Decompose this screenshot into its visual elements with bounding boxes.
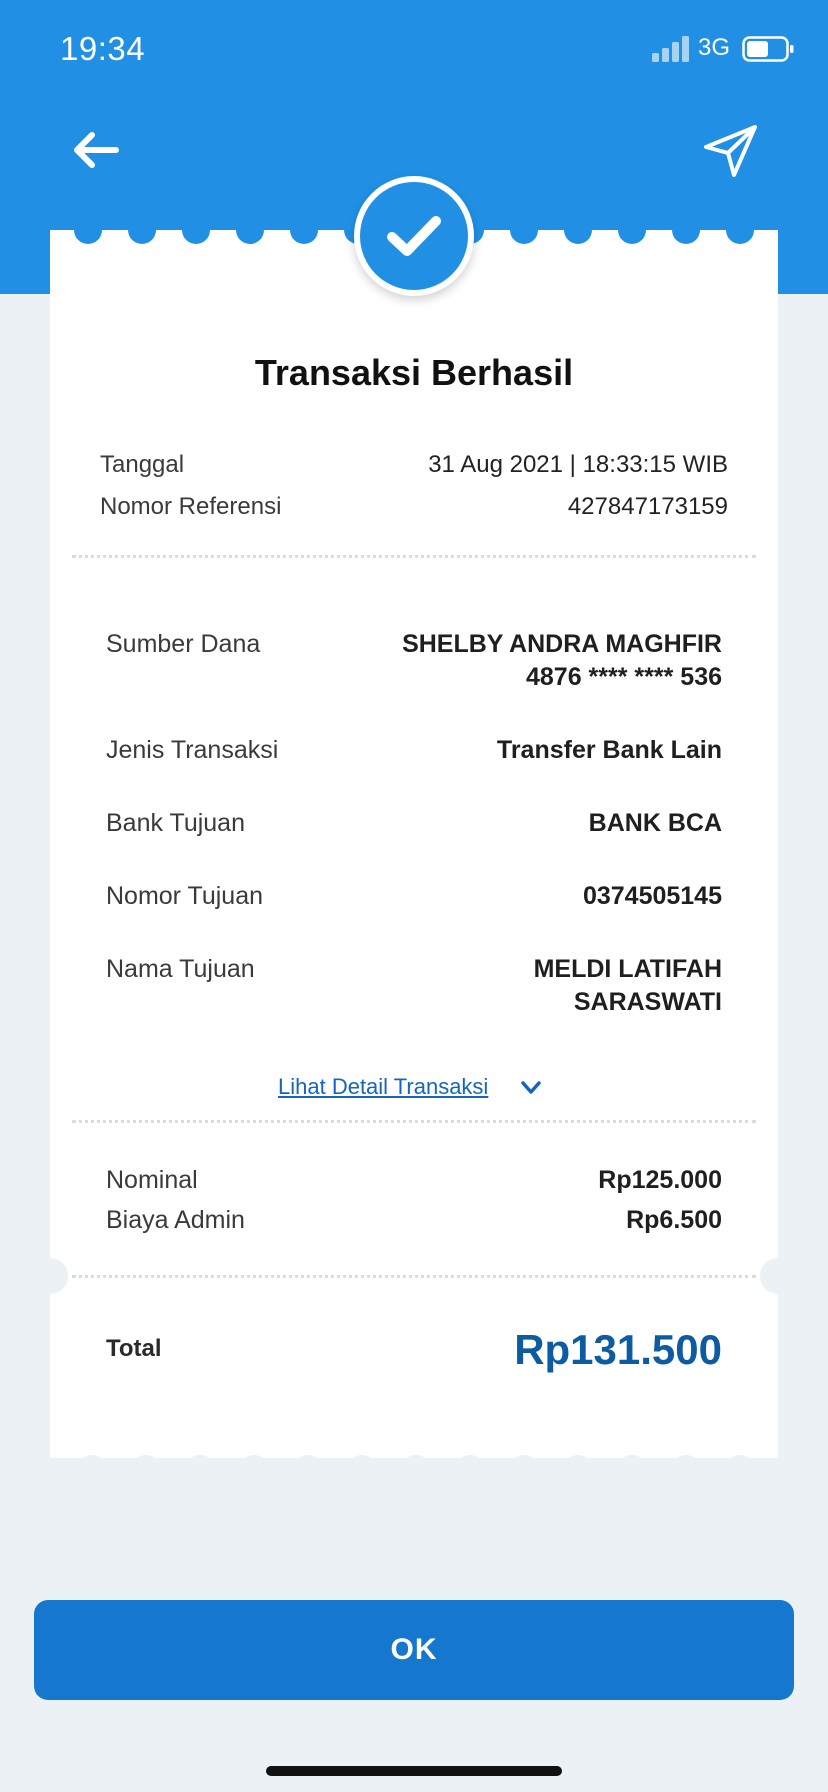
nominal-label: Nominal bbox=[106, 1166, 198, 1194]
destination-bank-label: Bank Tujuan bbox=[106, 809, 245, 837]
receipt-title: Transaksi Berhasil bbox=[254, 352, 574, 393]
admin-fee-value: Rp6.500 bbox=[626, 1206, 722, 1234]
divider bbox=[72, 555, 756, 558]
date-value: 31 Aug 2021 | 18:33:15 WIB bbox=[428, 451, 728, 478]
destination-name-value: MELDI LATIFAH SARASWATI bbox=[533, 955, 722, 1016]
total-label: Total bbox=[106, 1335, 162, 1362]
nominal-value: Rp125.000 bbox=[598, 1166, 722, 1194]
signal-icon bbox=[652, 36, 689, 62]
destination-number-value: 0374505145 bbox=[582, 882, 722, 910]
transaction-type-label: Jenis Transaksi bbox=[106, 736, 279, 764]
date-label: Tanggal bbox=[100, 451, 185, 478]
total-value: Rp131.500 bbox=[514, 1326, 722, 1373]
transaction-type-value: Transfer Bank Lain bbox=[496, 736, 722, 764]
status-bar: 19:34 3G bbox=[0, 0, 828, 100]
destination-name-label: Nama Tujuan bbox=[106, 955, 255, 983]
admin-fee-label: Biaya Admin bbox=[106, 1206, 245, 1234]
view-transaction-detail-link[interactable]: Lihat Detail Transaksi bbox=[278, 1074, 488, 1100]
source-label: Sumber Dana bbox=[106, 630, 261, 658]
divider bbox=[72, 1275, 756, 1278]
home-indicator bbox=[266, 1766, 562, 1776]
divider bbox=[72, 1120, 756, 1123]
receipt-bottom-edge bbox=[77, 1455, 755, 1472]
back-arrow-icon[interactable] bbox=[70, 128, 120, 172]
reference-label: Nomor Referensi bbox=[100, 493, 282, 520]
status-time: 19:34 bbox=[60, 30, 146, 67]
receipt-card bbox=[50, 230, 778, 1458]
share-send-icon[interactable] bbox=[702, 122, 760, 180]
source-value: SHELBY ANDRA MAGHFIR 4876 **** **** 536 bbox=[402, 630, 722, 691]
check-icon bbox=[387, 216, 441, 256]
chevron-down-icon[interactable] bbox=[520, 1080, 542, 1096]
ok-button[interactable]: OK bbox=[34, 1600, 794, 1700]
receipt-notch-right bbox=[760, 1258, 796, 1294]
destination-bank-value: BANK BCA bbox=[588, 809, 722, 837]
receipt-notch-left bbox=[32, 1258, 68, 1294]
success-badge bbox=[354, 176, 474, 296]
network-label: 3G bbox=[698, 34, 731, 61]
reference-value: 427847173159 bbox=[567, 493, 728, 520]
battery-icon bbox=[742, 36, 794, 62]
destination-number-label: Nomor Tujuan bbox=[106, 882, 264, 910]
